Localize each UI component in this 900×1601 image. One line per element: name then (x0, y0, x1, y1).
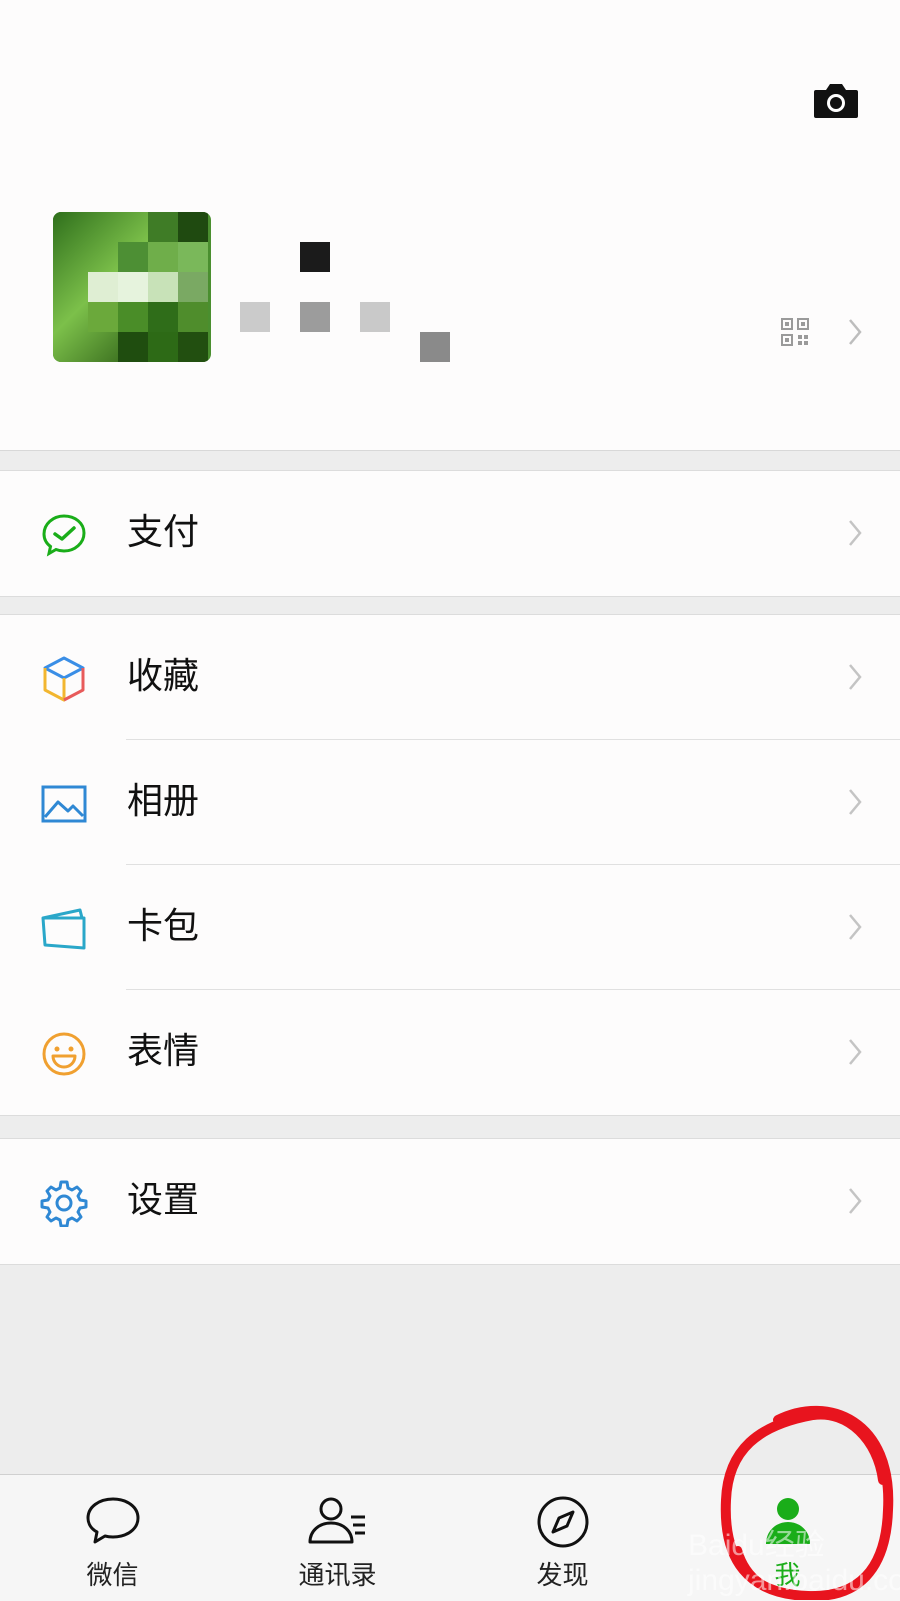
menu-item-label: 卡包 (127, 906, 200, 947)
tab-me[interactable]: 我 (675, 1475, 900, 1601)
menu-item-card-wallet[interactable]: 卡包 (0, 865, 900, 990)
menu-item-pay[interactable]: 支付 (0, 471, 900, 596)
menu-item-stickers[interactable]: 表情 (0, 990, 900, 1115)
menu-item-settings[interactable]: 设置 (0, 1139, 900, 1264)
favorites-cube-icon (43, 656, 85, 702)
tab-label: 我 (774, 1561, 801, 1591)
me-icon (765, 1498, 810, 1544)
menu-group-pay: 支付 (0, 470, 900, 597)
menu-item-album[interactable]: 相册 (0, 740, 900, 865)
tab-label: 通讯录 (298, 1561, 377, 1591)
chat-bubble-icon (86, 1497, 139, 1544)
chevron-right-icon (849, 1188, 862, 1214)
chevron-right-icon (849, 914, 862, 940)
tab-label: 微信 (86, 1561, 139, 1591)
tab-chats[interactable]: 微信 (0, 1475, 225, 1601)
nickname-redacted (300, 242, 330, 272)
menu-item-label: 支付 (127, 512, 200, 553)
tab-label: 发现 (536, 1561, 589, 1591)
profile-header (0, 0, 900, 451)
chevron-right-icon (849, 789, 862, 815)
qr-code-icon[interactable] (780, 317, 810, 347)
sticker-smile-icon (42, 1032, 86, 1076)
menu-item-label: 表情 (127, 1031, 200, 1072)
menu-group-settings: 设置 (0, 1138, 900, 1265)
tab-discover[interactable]: 发现 (450, 1475, 675, 1601)
chevron-right-icon (849, 1039, 862, 1065)
chevron-right-icon (849, 664, 862, 690)
settings-gear-icon (40, 1180, 88, 1227)
contacts-icon (308, 1497, 365, 1544)
compass-icon (537, 1496, 588, 1548)
chevron-right-icon (849, 520, 862, 546)
tab-contacts[interactable]: 通讯录 (225, 1475, 450, 1601)
menu-item-favorites[interactable]: 收藏 (0, 615, 900, 740)
menu-item-label: 相册 (127, 781, 200, 822)
menu-item-label: 设置 (127, 1180, 200, 1221)
card-wallet-icon (41, 908, 86, 950)
avatar[interactable] (53, 212, 211, 362)
camera-icon[interactable] (812, 80, 860, 120)
menu-group-main: 收藏 相册 卡包 表情 (0, 614, 900, 1116)
chevron-right-icon (849, 319, 862, 345)
album-icon (41, 785, 87, 823)
wechat-pay-icon (42, 514, 86, 557)
menu-item-label: 收藏 (127, 656, 200, 697)
bottom-tab-bar: 微信 通讯录 发现 我 (0, 1474, 900, 1601)
